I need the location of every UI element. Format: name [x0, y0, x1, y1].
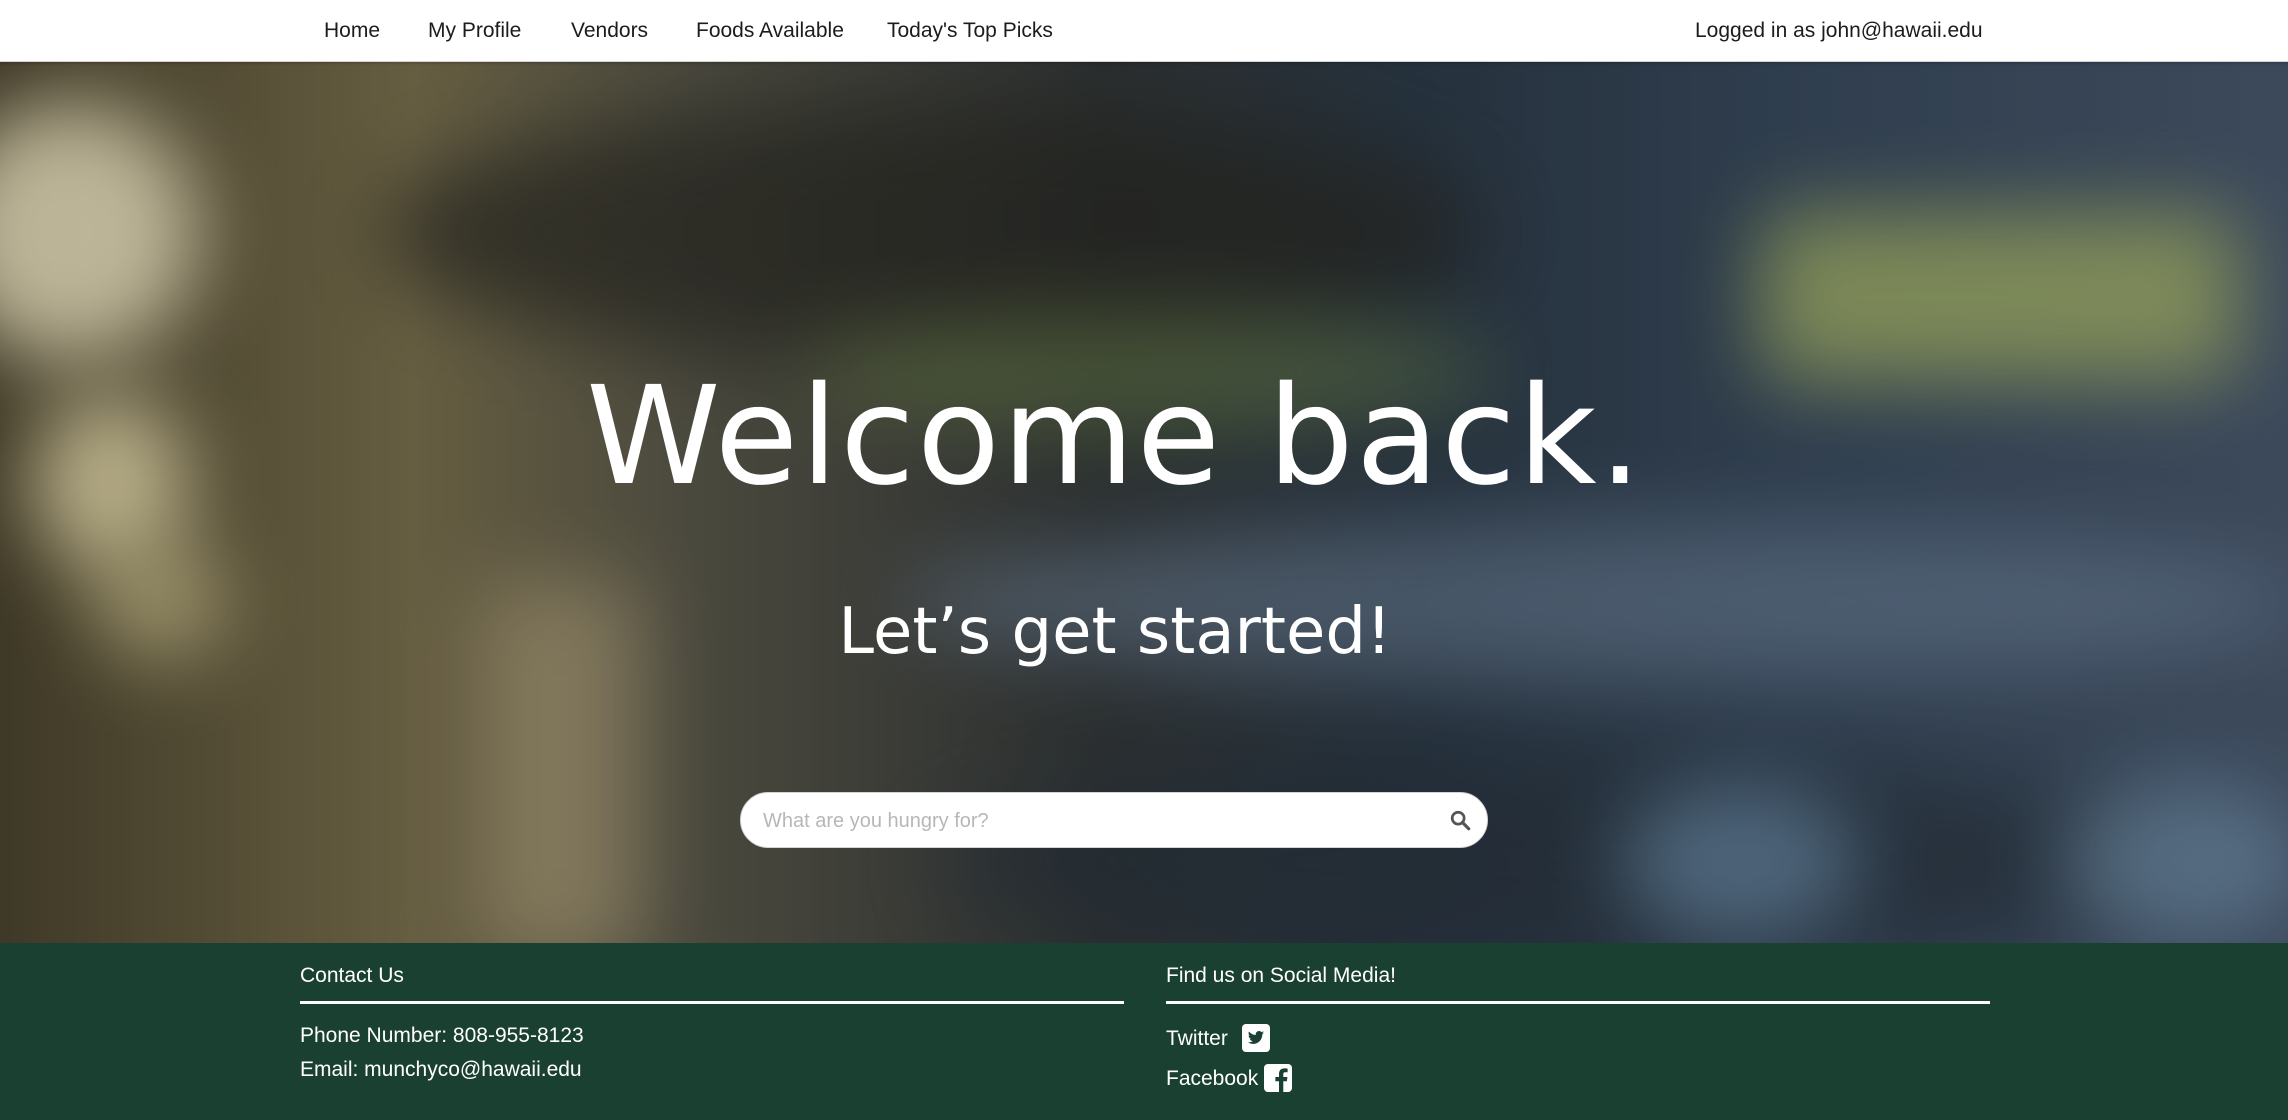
contact-heading: Contact Us	[300, 964, 404, 987]
twitter-icon[interactable]	[1242, 1024, 1270, 1052]
user-status[interactable]: Logged in as john@hawaii.edu	[1695, 0, 1983, 62]
social-heading: Find us on Social Media!	[1166, 964, 1396, 987]
nav-item-home[interactable]: Home	[324, 0, 380, 62]
social-divider	[1166, 1001, 1990, 1004]
get-started-subheading: Let’s get started!	[838, 595, 1392, 669]
search-icon[interactable]	[1449, 809, 1471, 831]
nav-item-todays-top-picks[interactable]: Today's Top Picks	[887, 0, 1053, 62]
facebook-link[interactable]: Facebook	[1166, 1066, 1258, 1092]
search-bar	[740, 792, 1488, 849]
footer: Contact Us Phone Number: 808-955-8123 Em…	[0, 943, 2288, 1120]
welcome-heading: Welcome back.	[586, 358, 1644, 516]
nav-item-foods-available[interactable]: Foods Available	[696, 0, 844, 62]
top-navbar: Home My Profile Vendors Foods Available …	[0, 0, 2288, 62]
facebook-icon[interactable]	[1264, 1064, 1292, 1092]
contact-divider	[300, 1001, 1124, 1004]
twitter-link[interactable]: Twitter	[1166, 1026, 1228, 1052]
hero-background: Welcome back. Let’s get started!	[0, 62, 2288, 943]
nav-item-vendors[interactable]: Vendors	[571, 0, 648, 62]
contact-phone: Phone Number: 808-955-8123	[300, 1024, 584, 1047]
nav-item-my-profile[interactable]: My Profile	[428, 0, 521, 62]
search-input[interactable]	[761, 793, 1425, 849]
contact-email: Email: munchyco@hawaii.edu	[300, 1058, 582, 1081]
